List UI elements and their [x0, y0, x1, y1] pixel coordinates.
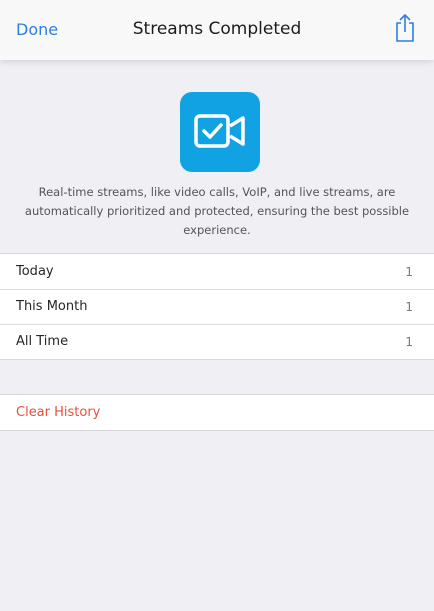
stat-label: Today [16, 264, 54, 279]
stat-row-this-month: This Month 1 [0, 289, 434, 324]
stat-label: This Month [16, 299, 88, 314]
page-title: Streams Completed [132, 19, 302, 39]
stat-value: 1 [405, 265, 413, 279]
stat-label: All Time [16, 334, 69, 349]
clear-history-row[interactable]: Clear History [0, 394, 434, 431]
stat-value: 1 [405, 335, 413, 349]
clear-history-button[interactable]: Clear History [16, 405, 100, 420]
stats-list: Today 1 This Month 1 All Time 1 [0, 253, 434, 360]
stat-row-all-time: All Time 1 [0, 324, 434, 359]
video-check-icon [180, 92, 260, 172]
share-icon[interactable] [394, 13, 416, 43]
description-text: Real-time streams, like video calls, VoI… [24, 185, 410, 237]
navigation-bar: Done Streams Completed [0, 0, 434, 60]
stat-value: 1 [405, 300, 413, 314]
stat-row-today: Today 1 [0, 254, 434, 289]
